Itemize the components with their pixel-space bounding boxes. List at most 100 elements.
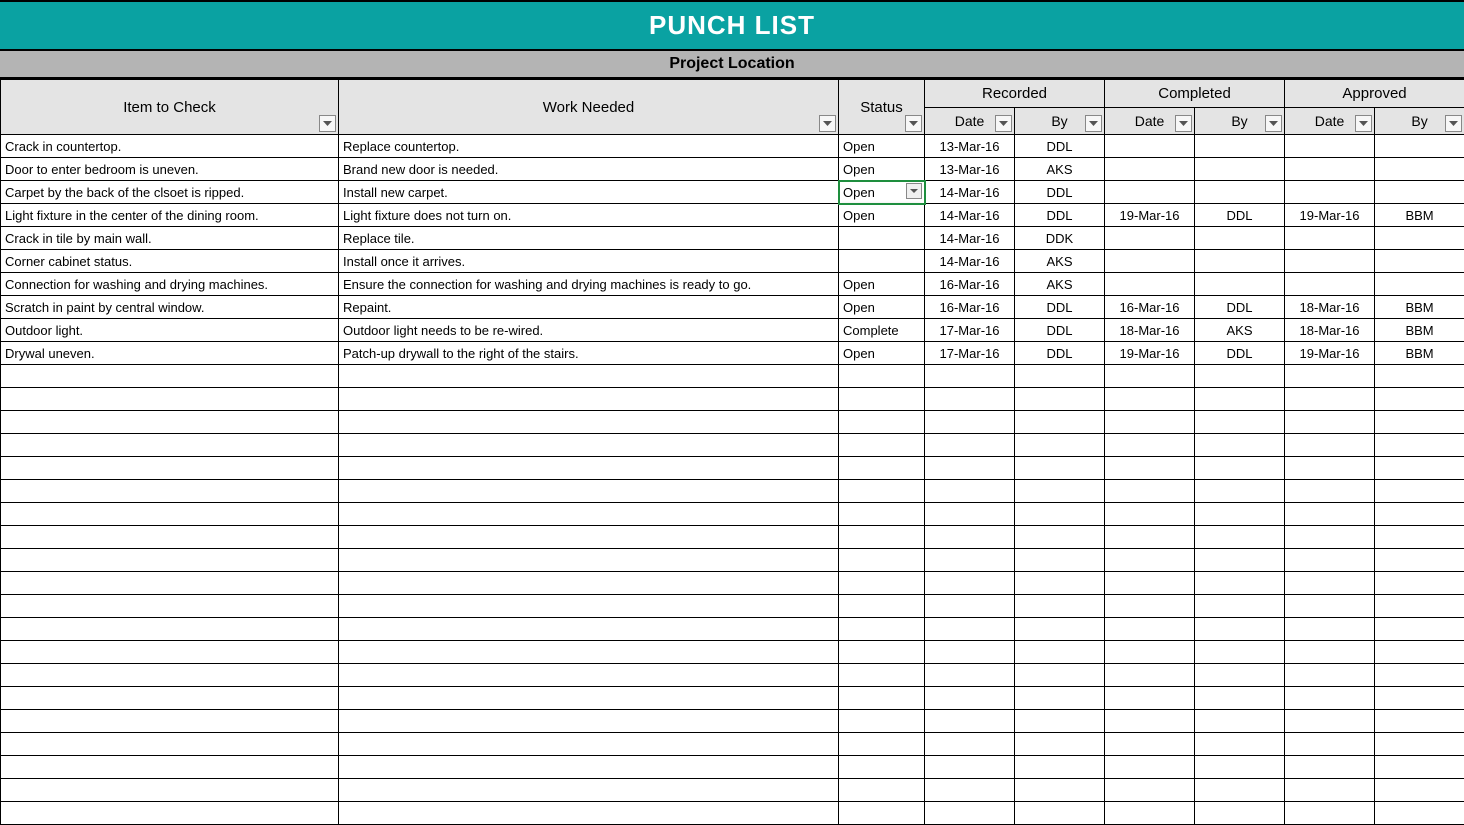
- cell-comp_by[interactable]: [1195, 227, 1285, 250]
- cell-empty[interactable]: [925, 457, 1015, 480]
- cell-empty[interactable]: [839, 618, 925, 641]
- cell-empty[interactable]: [925, 641, 1015, 664]
- cell-empty[interactable]: [1, 779, 339, 802]
- cell-empty[interactable]: [1, 710, 339, 733]
- cell-empty[interactable]: [839, 549, 925, 572]
- cell-work[interactable]: Install once it arrives.: [339, 250, 839, 273]
- cell-comp_date[interactable]: [1105, 135, 1195, 158]
- cell-empty[interactable]: [1375, 457, 1464, 480]
- cell-empty[interactable]: [1, 549, 339, 572]
- header-item[interactable]: Item to Check: [1, 80, 339, 135]
- cell-comp_date[interactable]: [1105, 181, 1195, 204]
- cell-empty[interactable]: [925, 503, 1015, 526]
- cell-empty[interactable]: [1, 733, 339, 756]
- cell-empty[interactable]: [839, 664, 925, 687]
- cell-empty[interactable]: [339, 457, 839, 480]
- cell-empty[interactable]: [1, 526, 339, 549]
- cell-empty[interactable]: [339, 779, 839, 802]
- cell-empty[interactable]: [925, 779, 1015, 802]
- cell-rec_by[interactable]: DDK: [1015, 227, 1105, 250]
- cell-comp_date[interactable]: 18-Mar-16: [1105, 319, 1195, 342]
- filter-icon[interactable]: [1085, 115, 1102, 132]
- cell-work[interactable]: Ensure the connection for washing and dr…: [339, 273, 839, 296]
- cell-rec_by[interactable]: DDL: [1015, 204, 1105, 227]
- cell-empty[interactable]: [925, 434, 1015, 457]
- cell-empty[interactable]: [925, 388, 1015, 411]
- filter-icon[interactable]: [319, 115, 336, 132]
- cell-empty[interactable]: [1195, 572, 1285, 595]
- cell-comp_by[interactable]: [1195, 250, 1285, 273]
- cell-empty[interactable]: [1105, 411, 1195, 434]
- cell-comp_by[interactable]: [1195, 135, 1285, 158]
- cell-appr_date[interactable]: [1285, 273, 1375, 296]
- cell-work[interactable]: Replace tile.: [339, 227, 839, 250]
- cell-empty[interactable]: [925, 664, 1015, 687]
- cell-empty[interactable]: [1195, 549, 1285, 572]
- cell-empty[interactable]: [1015, 802, 1105, 825]
- cell-empty[interactable]: [1015, 756, 1105, 779]
- cell-appr_date[interactable]: [1285, 250, 1375, 273]
- cell-item[interactable]: Crack in tile by main wall.: [1, 227, 339, 250]
- cell-empty[interactable]: [339, 595, 839, 618]
- header-completed-by[interactable]: By: [1195, 108, 1285, 135]
- filter-icon[interactable]: [1175, 115, 1192, 132]
- cell-empty[interactable]: [925, 549, 1015, 572]
- header-approved-date[interactable]: Date: [1285, 108, 1375, 135]
- cell-appr_by[interactable]: BBM: [1375, 204, 1464, 227]
- cell-empty[interactable]: [1105, 388, 1195, 411]
- cell-empty[interactable]: [1015, 595, 1105, 618]
- cell-empty[interactable]: [1285, 733, 1375, 756]
- cell-comp_date[interactable]: 19-Mar-16: [1105, 342, 1195, 365]
- cell-item[interactable]: Scratch in paint by central window.: [1, 296, 339, 319]
- cell-comp_by[interactable]: DDL: [1195, 342, 1285, 365]
- cell-status[interactable]: Open: [839, 296, 925, 319]
- cell-empty[interactable]: [1285, 802, 1375, 825]
- filter-icon[interactable]: [995, 115, 1012, 132]
- cell-empty[interactable]: [339, 618, 839, 641]
- cell-empty[interactable]: [1285, 365, 1375, 388]
- cell-empty[interactable]: [839, 756, 925, 779]
- cell-empty[interactable]: [1105, 618, 1195, 641]
- cell-empty[interactable]: [1375, 664, 1464, 687]
- cell-empty[interactable]: [1195, 503, 1285, 526]
- cell-empty[interactable]: [1375, 411, 1464, 434]
- cell-empty[interactable]: [1105, 664, 1195, 687]
- cell-rec_date[interactable]: 14-Mar-16: [925, 204, 1015, 227]
- cell-item[interactable]: Connection for washing and drying machin…: [1, 273, 339, 296]
- cell-empty[interactable]: [1105, 802, 1195, 825]
- cell-comp_by[interactable]: AKS: [1195, 319, 1285, 342]
- cell-work[interactable]: Patch-up drywall to the right of the sta…: [339, 342, 839, 365]
- cell-empty[interactable]: [1195, 411, 1285, 434]
- cell-empty[interactable]: [1, 756, 339, 779]
- cell-empty[interactable]: [1, 641, 339, 664]
- cell-item[interactable]: Drywal uneven.: [1, 342, 339, 365]
- cell-empty[interactable]: [339, 434, 839, 457]
- cell-empty[interactable]: [1375, 595, 1464, 618]
- cell-empty[interactable]: [1015, 572, 1105, 595]
- cell-empty[interactable]: [339, 388, 839, 411]
- cell-rec_date[interactable]: 17-Mar-16: [925, 342, 1015, 365]
- cell-empty[interactable]: [1195, 664, 1285, 687]
- cell-empty[interactable]: [1105, 549, 1195, 572]
- cell-empty[interactable]: [1375, 779, 1464, 802]
- cell-empty[interactable]: [1195, 526, 1285, 549]
- cell-status[interactable]: [839, 227, 925, 250]
- cell-comp_by[interactable]: DDL: [1195, 296, 1285, 319]
- cell-rec_by[interactable]: DDL: [1015, 319, 1105, 342]
- cell-empty[interactable]: [1195, 779, 1285, 802]
- cell-empty[interactable]: [1195, 365, 1285, 388]
- cell-work[interactable]: Install new carpet.: [339, 181, 839, 204]
- cell-empty[interactable]: [1105, 641, 1195, 664]
- cell-empty[interactable]: [1375, 388, 1464, 411]
- cell-empty[interactable]: [1, 434, 339, 457]
- cell-empty[interactable]: [1285, 411, 1375, 434]
- cell-empty[interactable]: [1015, 618, 1105, 641]
- cell-empty[interactable]: [839, 503, 925, 526]
- cell-work[interactable]: Light fixture does not turn on.: [339, 204, 839, 227]
- cell-empty[interactable]: [839, 388, 925, 411]
- cell-empty[interactable]: [1, 572, 339, 595]
- cell-appr_date[interactable]: 18-Mar-16: [1285, 296, 1375, 319]
- cell-rec_date[interactable]: 13-Mar-16: [925, 158, 1015, 181]
- cell-empty[interactable]: [339, 641, 839, 664]
- cell-empty[interactable]: [1285, 779, 1375, 802]
